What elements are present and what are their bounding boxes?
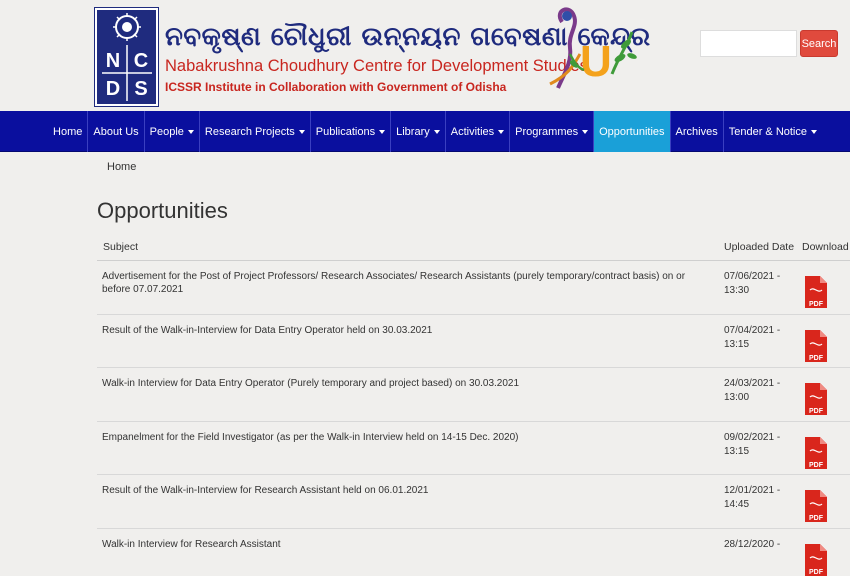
row-uploaded-date: 24/03/2021 - 13:00: [724, 377, 794, 405]
search-button[interactable]: Search: [800, 30, 838, 57]
pdf-download-icon[interactable]: PDF: [805, 383, 827, 415]
main-navigation: Home About Us People Research Projects P…: [0, 111, 850, 152]
nav-item-about-us[interactable]: About Us: [87, 111, 143, 152]
column-header-subject: Subject: [103, 241, 139, 253]
nav-item-people[interactable]: People: [143, 111, 199, 152]
logo-letter-d: D: [105, 78, 119, 100]
caret-down-icon: [298, 129, 305, 134]
table-header: Subject Uploaded Date Download: [97, 233, 850, 261]
logo-letter-s: S: [134, 78, 147, 100]
pdf-icon-label: PDF: [809, 301, 824, 308]
nav-item-label: About Us: [93, 125, 139, 138]
pdf-download-icon[interactable]: PDF: [805, 276, 827, 308]
caret-down-icon: [433, 129, 440, 134]
pdf-download-icon[interactable]: PDF: [805, 329, 827, 362]
nav-item-label: Programmes: [515, 125, 579, 138]
row-subject-link[interactable]: Advertisement for the Post of Project Pr…: [102, 270, 712, 296]
nav-item-home[interactable]: Home: [48, 111, 87, 152]
nav-item-label: Home: [53, 125, 83, 138]
row-date: 28/12/2020 -: [724, 538, 781, 550]
nav-item-label: Library: [396, 125, 430, 138]
nav-item-label: People: [149, 125, 184, 138]
row-date: 24/03/2021 -: [724, 378, 781, 389]
row-time: 14:45: [724, 499, 750, 510]
row-time: 13:15: [724, 338, 750, 350]
row-uploaded-date: 09/02/2021 - 13:15: [724, 431, 794, 459]
nav-item-label: Publications: [315, 125, 376, 138]
column-header-download: Download: [802, 241, 849, 253]
opportunities-table: Subject Uploaded Date Download Advertise…: [97, 233, 850, 576]
nav-item-tender-notice[interactable]: Tender & Notice: [722, 111, 822, 152]
pdf-icon-label: PDF: [809, 515, 824, 522]
row-subject-link[interactable]: Walk-in Interview for Data Entry Operato…: [102, 377, 712, 390]
caret-down-icon: [187, 129, 194, 134]
row-time: 13:30: [724, 285, 750, 296]
nav-item-archives[interactable]: Archives: [669, 111, 723, 152]
table-row: Result of the Walk-in-Interview for Data…: [97, 315, 850, 368]
row-date: 07/04/2021 -: [724, 324, 781, 336]
row-time: 13:00: [724, 392, 750, 403]
row-uploaded-date: 28/12/2020 -: [724, 538, 794, 552]
row-subject-link[interactable]: Walk-in Interview for Research Assistant: [102, 538, 712, 551]
pdf-icon-label: PDF: [809, 355, 824, 362]
nav-item-label: Research Projects: [204, 125, 295, 138]
site-header: N C D S ନବକୃଷ୍ଣ ଚୌଧୁରୀ ଉନ୍ନୟନ ଗବେଷଣା କେନ…: [0, 0, 850, 111]
row-subject-link[interactable]: Result of the Walk-in-Interview for Data…: [102, 324, 712, 337]
emblem-letter: U: [580, 37, 612, 86]
pdf-icon-label: PDF: [809, 569, 824, 576]
row-uploaded-date: 07/04/2021 - 13:15: [724, 324, 794, 352]
table-row: Result of the Walk-in-Interview for Rese…: [97, 475, 850, 529]
logo-mark-icon: N C D S: [101, 13, 152, 101]
caret-down-icon: [811, 129, 817, 134]
row-uploaded-date: 07/06/2021 - 13:30: [724, 270, 794, 298]
table-row: Advertisement for the Post of Project Pr…: [97, 261, 850, 315]
row-date: 07/06/2021 -: [724, 271, 781, 282]
nav-item-library[interactable]: Library: [390, 111, 445, 152]
row-subject-link[interactable]: Empanelment for the Field Investigator (…: [102, 431, 712, 444]
search-input[interactable]: [700, 30, 797, 57]
column-header-uploaded-date: Uploaded Date: [724, 241, 795, 253]
caret-down-icon: [498, 129, 505, 134]
table-row: Empanelment for the Field Investigator (…: [97, 422, 850, 475]
nav-item-activities[interactable]: Activities: [444, 111, 509, 152]
pdf-download-icon[interactable]: PDF: [805, 490, 827, 522]
logo-letter-c: C: [133, 50, 147, 72]
table-body: Advertisement for the Post of Project Pr…: [97, 261, 850, 576]
pdf-download-icon[interactable]: PDF: [805, 543, 827, 576]
anniversary-emblem-icon: U: [549, 7, 637, 89]
pdf-icon-label: PDF: [809, 408, 824, 415]
nav-item-publications[interactable]: Publications: [309, 111, 390, 152]
caret-down-icon: [582, 129, 589, 134]
row-uploaded-date: 12/01/2021 - 14:45: [724, 484, 794, 512]
nav-item-research-projects[interactable]: Research Projects: [198, 111, 310, 152]
table-row: Walk-in Interview for Research Assistant…: [97, 529, 850, 576]
nav-item-label: Activities: [450, 125, 495, 138]
caret-down-icon: [379, 129, 386, 134]
org-name-english: Nabakrushna Choudhury Centre for Develop…: [165, 57, 588, 75]
ncds-logo[interactable]: N C D S: [94, 7, 159, 107]
org-subtitle: ICSSR Institute in Collaboration with Go…: [165, 80, 507, 94]
nav-item-label: Opportunities: [599, 125, 665, 138]
breadcrumb-home-link[interactable]: Home: [107, 161, 136, 173]
nav-item-label: Archives: [675, 125, 718, 138]
nav-item-opportunities[interactable]: Opportunities: [593, 111, 670, 152]
row-date: 09/02/2021 -: [724, 431, 781, 443]
row-time: 13:15: [724, 445, 750, 457]
row-subject-link[interactable]: Result of the Walk-in-Interview for Rese…: [102, 484, 712, 497]
breadcrumb: Home: [107, 161, 136, 173]
logo-letter-n: N: [105, 50, 119, 72]
nav-item-label: Tender & Notice: [728, 125, 807, 138]
page-title: Opportunities: [97, 198, 228, 223]
table-row: Walk-in Interview for Data Entry Operato…: [97, 368, 850, 422]
pdf-download-icon[interactable]: PDF: [805, 436, 827, 469]
nav-item-programmes[interactable]: Programmes: [509, 111, 593, 152]
row-date: 12/01/2021 -: [724, 485, 781, 496]
pdf-icon-label: PDF: [809, 462, 824, 469]
